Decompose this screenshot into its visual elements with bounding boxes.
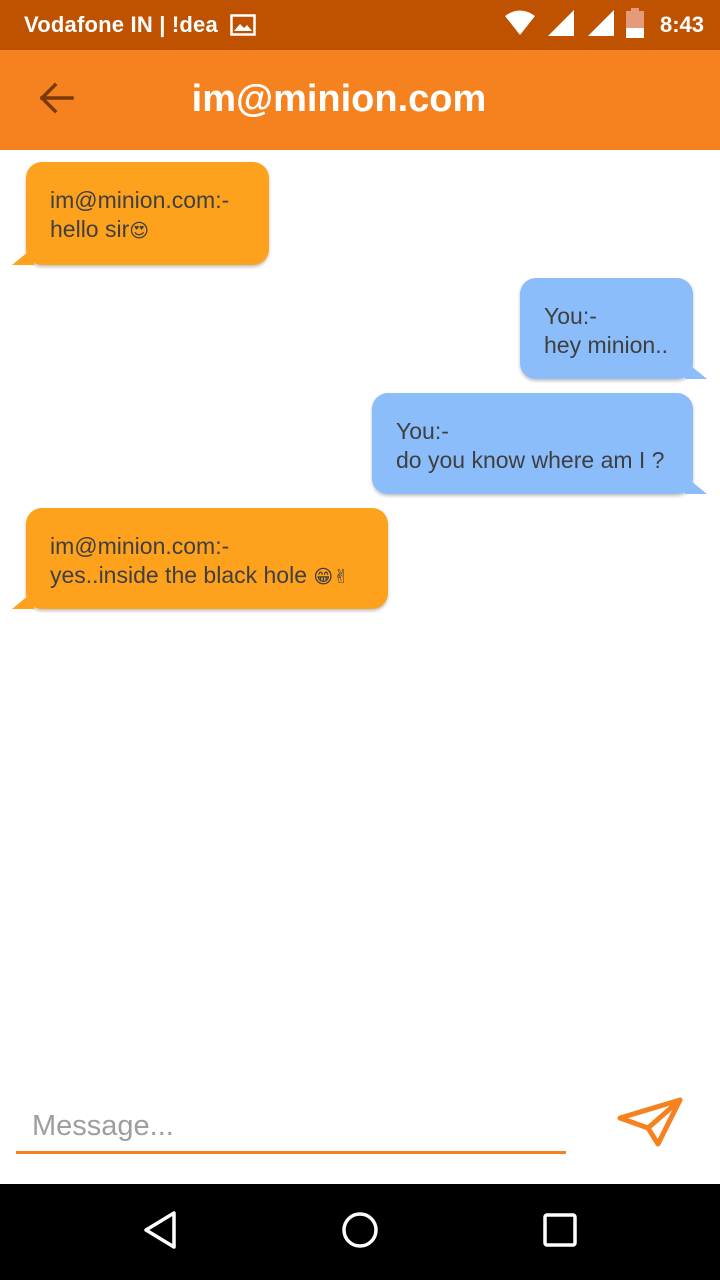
image-icon: [230, 14, 256, 36]
nav-back-button[interactable]: [140, 1210, 180, 1255]
nav-recents-button[interactable]: [540, 1212, 580, 1252]
chat-title: im@minion.com: [191, 78, 487, 120]
message-bubble-outgoing[interactable]: You:- do you know where am I ?: [372, 393, 707, 494]
message-sender: You:-: [396, 418, 449, 444]
status-bar: Vodafone IN | !dea 8:43: [0, 0, 720, 50]
signal-icon: [546, 9, 576, 42]
message-list[interactable]: im@minion.com:- hello sir😍 You:- hey min…: [0, 150, 720, 1080]
signal-icon: [586, 9, 616, 42]
message-composer: [0, 1080, 720, 1184]
carrier-label: Vodafone IN | !dea: [24, 12, 218, 37]
nav-home-button[interactable]: [340, 1210, 380, 1255]
send-icon: [616, 1096, 684, 1153]
message-text-row: yes..inside the black hole 😁✌: [50, 561, 364, 592]
status-icons: 8:43: [504, 7, 704, 43]
emoji-heart-eyes-icon: 😍: [129, 220, 150, 242]
message-sender: You:-: [544, 303, 597, 329]
message-input[interactable]: [16, 1102, 566, 1154]
message-sender: im@minion.com:-: [50, 533, 230, 559]
send-button[interactable]: [612, 1092, 688, 1156]
message-text: hello sir: [50, 216, 130, 242]
message-sender: im@minion.com:-: [50, 187, 230, 213]
emoji-grin-victory-icon: 😁✌: [313, 566, 350, 588]
home-circle-icon: [340, 1210, 380, 1255]
message-text-row: hello sir😍: [50, 215, 245, 246]
clock: 8:43: [659, 12, 704, 37]
app-bar: im@minion.com: [0, 50, 720, 150]
message-text: yes..inside the black hole: [50, 562, 314, 588]
message-text: hey minion..: [544, 332, 669, 358]
back-triangle-icon: [142, 1210, 178, 1255]
system-nav-bar: [0, 1184, 720, 1280]
message-text: do you know where am I ?: [396, 447, 665, 473]
message-bubble-incoming[interactable]: im@minion.com:- hello sir😍: [12, 162, 269, 265]
recents-square-icon: [540, 1210, 580, 1255]
message-bubble-outgoing[interactable]: You:- hey minion..: [520, 278, 707, 379]
wifi-icon: [504, 10, 536, 41]
message-bubble-incoming[interactable]: im@minion.com:- yes..inside the black ho…: [12, 508, 388, 609]
battery-icon: [625, 7, 644, 43]
